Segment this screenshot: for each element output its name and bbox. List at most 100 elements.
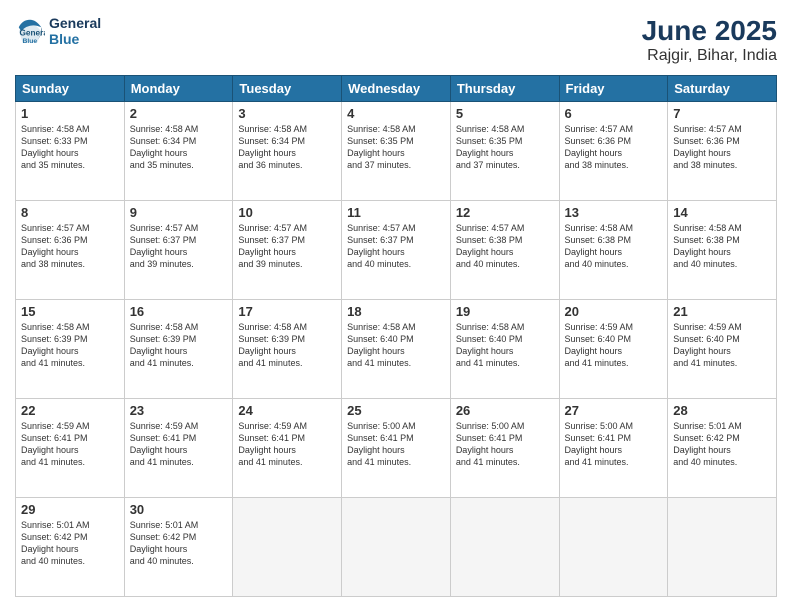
calendar-cell: 27 Sunrise: 5:00 AM Sunset: 6:41 PM Dayl…: [559, 399, 668, 498]
calendar-cell: [559, 498, 668, 597]
calendar-subtitle: Rajgir, Bihar, India: [642, 47, 777, 65]
day-number: 18: [347, 304, 445, 319]
day-number: 29: [21, 502, 119, 517]
logo-icon: General Blue: [15, 16, 45, 46]
calendar-week-row: 29 Sunrise: 5:01 AM Sunset: 6:42 PM Dayl…: [16, 498, 777, 597]
calendar-cell: 29 Sunrise: 5:01 AM Sunset: 6:42 PM Dayl…: [16, 498, 125, 597]
header-saturday: Saturday: [668, 76, 777, 102]
calendar-cell: 9 Sunrise: 4:57 AM Sunset: 6:37 PM Dayli…: [124, 201, 233, 300]
cell-info: Sunrise: 4:58 AM Sunset: 6:38 PM Dayligh…: [673, 222, 771, 271]
calendar-cell: 6 Sunrise: 4:57 AM Sunset: 6:36 PM Dayli…: [559, 102, 668, 201]
day-number: 21: [673, 304, 771, 319]
cell-info: Sunrise: 4:58 AM Sunset: 6:33 PM Dayligh…: [21, 123, 119, 172]
day-number: 5: [456, 106, 554, 121]
day-number: 13: [565, 205, 663, 220]
calendar-cell: 12 Sunrise: 4:57 AM Sunset: 6:38 PM Dayl…: [450, 201, 559, 300]
cell-info: Sunrise: 4:58 AM Sunset: 6:39 PM Dayligh…: [130, 321, 228, 370]
calendar-cell: 2 Sunrise: 4:58 AM Sunset: 6:34 PM Dayli…: [124, 102, 233, 201]
day-number: 7: [673, 106, 771, 121]
calendar-cell: 30 Sunrise: 5:01 AM Sunset: 6:42 PM Dayl…: [124, 498, 233, 597]
calendar-cell: 21 Sunrise: 4:59 AM Sunset: 6:40 PM Dayl…: [668, 300, 777, 399]
logo-blue: Blue: [49, 31, 101, 47]
cell-info: Sunrise: 4:58 AM Sunset: 6:40 PM Dayligh…: [347, 321, 445, 370]
day-number: 24: [238, 403, 336, 418]
day-number: 8: [21, 205, 119, 220]
calendar-cell: 8 Sunrise: 4:57 AM Sunset: 6:36 PM Dayli…: [16, 201, 125, 300]
calendar-cell: 26 Sunrise: 5:00 AM Sunset: 6:41 PM Dayl…: [450, 399, 559, 498]
day-number: 3: [238, 106, 336, 121]
calendar-cell: 20 Sunrise: 4:59 AM Sunset: 6:40 PM Dayl…: [559, 300, 668, 399]
day-number: 17: [238, 304, 336, 319]
calendar-cell: [450, 498, 559, 597]
day-number: 4: [347, 106, 445, 121]
calendar-cell: 16 Sunrise: 4:58 AM Sunset: 6:39 PM Dayl…: [124, 300, 233, 399]
day-number: 20: [565, 304, 663, 319]
cell-info: Sunrise: 4:59 AM Sunset: 6:40 PM Dayligh…: [673, 321, 771, 370]
title-block: June 2025 Rajgir, Bihar, India: [642, 15, 777, 65]
calendar-cell: 15 Sunrise: 4:58 AM Sunset: 6:39 PM Dayl…: [16, 300, 125, 399]
header-tuesday: Tuesday: [233, 76, 342, 102]
day-number: 11: [347, 205, 445, 220]
cell-info: Sunrise: 4:57 AM Sunset: 6:36 PM Dayligh…: [21, 222, 119, 271]
calendar-cell: 14 Sunrise: 4:58 AM Sunset: 6:38 PM Dayl…: [668, 201, 777, 300]
cell-info: Sunrise: 5:01 AM Sunset: 6:42 PM Dayligh…: [130, 519, 228, 568]
day-number: 25: [347, 403, 445, 418]
logo-general: General: [49, 15, 101, 31]
calendar-cell: 7 Sunrise: 4:57 AM Sunset: 6:36 PM Dayli…: [668, 102, 777, 201]
svg-text:General: General: [20, 29, 46, 38]
day-number: 30: [130, 502, 228, 517]
cell-info: Sunrise: 4:57 AM Sunset: 6:36 PM Dayligh…: [673, 123, 771, 172]
calendar-cell: 4 Sunrise: 4:58 AM Sunset: 6:35 PM Dayli…: [342, 102, 451, 201]
calendar-cell: [668, 498, 777, 597]
cell-info: Sunrise: 4:58 AM Sunset: 6:39 PM Dayligh…: [238, 321, 336, 370]
cell-info: Sunrise: 5:00 AM Sunset: 6:41 PM Dayligh…: [456, 420, 554, 469]
day-number: 28: [673, 403, 771, 418]
calendar-cell: 3 Sunrise: 4:58 AM Sunset: 6:34 PM Dayli…: [233, 102, 342, 201]
cell-info: Sunrise: 4:57 AM Sunset: 6:36 PM Dayligh…: [565, 123, 663, 172]
calendar-week-row: 22 Sunrise: 4:59 AM Sunset: 6:41 PM Dayl…: [16, 399, 777, 498]
calendar-week-row: 1 Sunrise: 4:58 AM Sunset: 6:33 PM Dayli…: [16, 102, 777, 201]
day-number: 10: [238, 205, 336, 220]
day-number: 14: [673, 205, 771, 220]
cell-info: Sunrise: 4:58 AM Sunset: 6:35 PM Dayligh…: [456, 123, 554, 172]
calendar-cell: [233, 498, 342, 597]
cell-info: Sunrise: 4:57 AM Sunset: 6:37 PM Dayligh…: [347, 222, 445, 271]
header-wednesday: Wednesday: [342, 76, 451, 102]
header-friday: Friday: [559, 76, 668, 102]
calendar-cell: 18 Sunrise: 4:58 AM Sunset: 6:40 PM Dayl…: [342, 300, 451, 399]
day-number: 1: [21, 106, 119, 121]
cell-info: Sunrise: 4:57 AM Sunset: 6:37 PM Dayligh…: [238, 222, 336, 271]
cell-info: Sunrise: 4:59 AM Sunset: 6:41 PM Dayligh…: [21, 420, 119, 469]
cell-info: Sunrise: 4:58 AM Sunset: 6:35 PM Dayligh…: [347, 123, 445, 172]
cell-info: Sunrise: 5:01 AM Sunset: 6:42 PM Dayligh…: [21, 519, 119, 568]
calendar-week-row: 15 Sunrise: 4:58 AM Sunset: 6:39 PM Dayl…: [16, 300, 777, 399]
calendar-cell: 25 Sunrise: 5:00 AM Sunset: 6:41 PM Dayl…: [342, 399, 451, 498]
calendar-week-row: 8 Sunrise: 4:57 AM Sunset: 6:36 PM Dayli…: [16, 201, 777, 300]
calendar-cell: 13 Sunrise: 4:58 AM Sunset: 6:38 PM Dayl…: [559, 201, 668, 300]
cell-info: Sunrise: 5:00 AM Sunset: 6:41 PM Dayligh…: [347, 420, 445, 469]
header: General Blue General Blue June 2025 Rajg…: [15, 15, 777, 65]
day-number: 27: [565, 403, 663, 418]
cell-info: Sunrise: 4:58 AM Sunset: 6:34 PM Dayligh…: [130, 123, 228, 172]
cell-info: Sunrise: 4:58 AM Sunset: 6:40 PM Dayligh…: [456, 321, 554, 370]
day-number: 2: [130, 106, 228, 121]
day-number: 22: [21, 403, 119, 418]
calendar-cell: 11 Sunrise: 4:57 AM Sunset: 6:37 PM Dayl…: [342, 201, 451, 300]
calendar-table: Sunday Monday Tuesday Wednesday Thursday…: [15, 75, 777, 597]
day-number: 23: [130, 403, 228, 418]
cell-info: Sunrise: 4:57 AM Sunset: 6:37 PM Dayligh…: [130, 222, 228, 271]
day-number: 9: [130, 205, 228, 220]
cell-info: Sunrise: 4:58 AM Sunset: 6:34 PM Dayligh…: [238, 123, 336, 172]
cell-info: Sunrise: 4:59 AM Sunset: 6:41 PM Dayligh…: [130, 420, 228, 469]
calendar-cell: 23 Sunrise: 4:59 AM Sunset: 6:41 PM Dayl…: [124, 399, 233, 498]
day-number: 15: [21, 304, 119, 319]
calendar-cell: 19 Sunrise: 4:58 AM Sunset: 6:40 PM Dayl…: [450, 300, 559, 399]
day-number: 26: [456, 403, 554, 418]
cell-info: Sunrise: 4:59 AM Sunset: 6:41 PM Dayligh…: [238, 420, 336, 469]
calendar-cell: 10 Sunrise: 4:57 AM Sunset: 6:37 PM Dayl…: [233, 201, 342, 300]
header-thursday: Thursday: [450, 76, 559, 102]
calendar-cell: 22 Sunrise: 4:59 AM Sunset: 6:41 PM Dayl…: [16, 399, 125, 498]
calendar-title: June 2025: [642, 15, 777, 47]
header-sunday: Sunday: [16, 76, 125, 102]
header-monday: Monday: [124, 76, 233, 102]
